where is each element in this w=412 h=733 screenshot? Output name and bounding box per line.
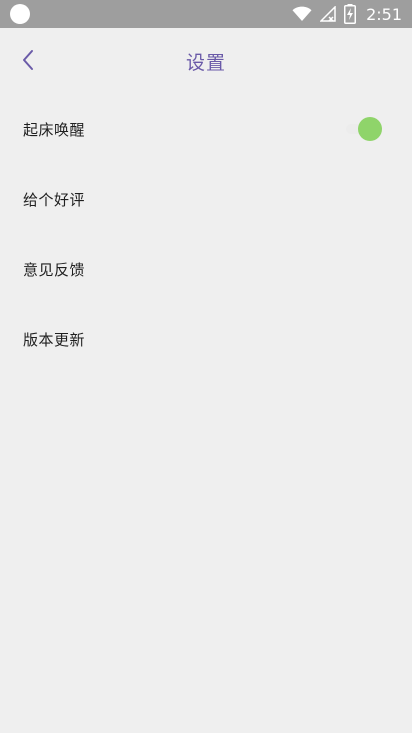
settings-list: 起床唤醒 给个好评 意见反馈 版本更新: [0, 94, 412, 374]
toggle-knob: [358, 117, 382, 141]
battery-charging-icon: [344, 4, 357, 24]
status-bar: 2:51: [0, 0, 412, 28]
settings-item-wake-up[interactable]: 起床唤醒: [0, 94, 412, 164]
notification-dot-icon: [10, 4, 30, 24]
settings-item-feedback[interactable]: 意见反馈: [0, 234, 412, 304]
settings-item-label: 起床唤醒: [23, 120, 86, 139]
settings-item-label: 意见反馈: [23, 260, 86, 279]
settings-item-label: 版本更新: [23, 330, 86, 349]
status-time: 2:51: [366, 4, 402, 24]
wifi-icon: [292, 6, 312, 22]
settings-item-version-update[interactable]: 版本更新: [0, 304, 412, 374]
settings-item-label: 给个好评: [23, 190, 86, 209]
page-title: 设置: [185, 52, 226, 74]
wake-up-toggle[interactable]: [346, 117, 382, 141]
header: 设置: [0, 28, 412, 94]
signal-icon: [320, 6, 336, 22]
status-icons: 2:51: [292, 0, 402, 28]
settings-item-rate[interactable]: 给个好评: [0, 164, 412, 234]
